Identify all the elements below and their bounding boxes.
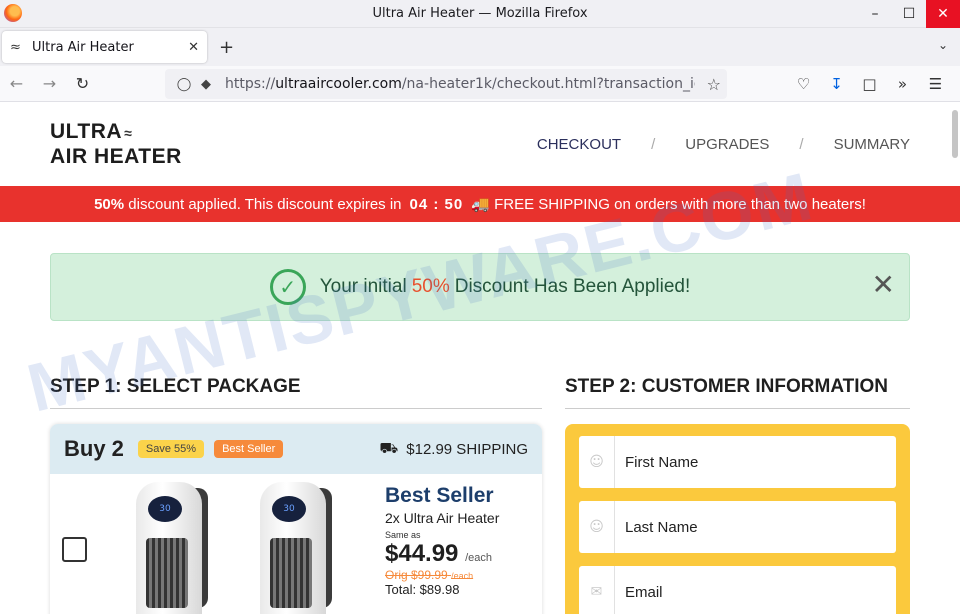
price-unit: /each	[465, 552, 492, 564]
heater-product-image: 30	[256, 482, 336, 614]
menu-hamburger-icon[interactable]: ☰	[919, 75, 952, 93]
package-info: Best Seller 2x Ultra Air Heater Same as …	[385, 484, 499, 597]
tracking-shield-icon[interactable]: ◯	[173, 77, 195, 92]
first-name-placeholder: First Name	[625, 453, 699, 471]
package-product: 2x Ultra Air Heater	[385, 510, 500, 526]
nav-summary[interactable]: SUMMARY	[834, 136, 910, 153]
reload-icon[interactable]: ↻	[66, 74, 99, 93]
logo-line1: ULTRA	[50, 120, 123, 143]
url-path: /na-heater1k/checkout.html?transaction_i…	[401, 76, 695, 92]
url-prefix: https://	[225, 76, 276, 92]
promo-text1: discount applied. This discount expires …	[128, 195, 402, 213]
alert-text-before: Your initial	[319, 276, 407, 297]
nav-separator: /	[799, 136, 804, 153]
last-name-placeholder: Last Name	[625, 518, 698, 536]
save-badge: Save 55%	[137, 440, 205, 458]
pocket-icon[interactable]: ♡	[787, 75, 820, 93]
package-total: Total: $89.98	[385, 582, 460, 597]
alert-text-after: Discount Has Been Applied!	[454, 276, 691, 297]
forward-icon[interactable]: →	[33, 74, 66, 93]
checkout-steps-nav: CHECKOUT / UPGRADES / SUMMARY	[537, 136, 910, 153]
heater-display: 30	[272, 496, 306, 522]
package-checkbox[interactable]	[62, 537, 87, 562]
site-header: ULTRA ≈ AIR HEATER CHECKOUT / UPGRADES / …	[0, 102, 960, 186]
firefox-logo-icon	[4, 4, 22, 22]
step1-heading: STEP 1: SELECT PACKAGE	[50, 376, 542, 409]
nav-checkout[interactable]: CHECKOUT	[537, 136, 621, 153]
customer-info-form: ☺ First Name ☺ Last Name ✉ Email	[565, 424, 910, 614]
url-bar[interactable]: ◯ ◆ https://ultraaircooler.com/na-heater…	[165, 69, 727, 99]
orig-unit: /each	[451, 571, 474, 581]
tab-label: Ultra Air Heater	[32, 39, 134, 55]
navigation-toolbar: ← → ↻ ◯ ◆ https://ultraaircooler.com/na-…	[0, 66, 960, 102]
url-domain: ultraaircooler.com	[275, 76, 402, 92]
original-price: Orig $99.99 /each	[385, 568, 499, 582]
overflow-chevrons-icon[interactable]: »	[886, 75, 919, 93]
package-buy-label: Buy 2	[64, 436, 124, 461]
price-value: $44.99	[385, 540, 459, 567]
promo-banner: 50% discount applied. This discount expi…	[0, 186, 960, 222]
truck-icon: 🚚	[471, 196, 490, 213]
minimize-icon[interactable]: –	[858, 0, 892, 28]
alert-pct: 50%	[411, 276, 450, 297]
first-name-field[interactable]: ☺ First Name	[579, 436, 896, 488]
window-title: Ultra Air Heater — Mozilla Firefox	[372, 6, 588, 21]
new-tab-icon[interactable]: +	[219, 37, 234, 58]
promo-pct: 50%	[94, 195, 125, 213]
checkmark-circle-icon: ✓	[269, 269, 306, 305]
tab-close-icon[interactable]: ✕	[188, 40, 199, 55]
extensions-icon[interactable]: □	[853, 75, 886, 93]
orig-value: Orig $99.99	[385, 568, 448, 582]
package-card-buy2[interactable]: Buy 2 Save 55% Best Seller ⛟ $12.99 SHIPP…	[50, 424, 542, 614]
tab-ultra-air-heater[interactable]: ≈ Ultra Air Heater ✕	[2, 31, 207, 63]
web-page: ULTRA ≈ AIR HEATER CHECKOUT / UPGRADES / …	[0, 102, 960, 614]
back-icon[interactable]: ←	[0, 74, 33, 93]
user-icon: ☺	[579, 436, 615, 488]
shipping-text: $12.99 SHIPPING	[406, 440, 528, 458]
user-icon: ☺	[579, 501, 615, 553]
logo-line2: AIR HEATER	[50, 145, 182, 168]
best-seller-badge: Best Seller	[214, 440, 284, 458]
shipping-truck-icon: ⛟	[379, 439, 399, 457]
nav-separator: /	[651, 136, 656, 153]
heater-display: 30	[148, 496, 182, 522]
step2-heading: STEP 2: CUSTOMER INFORMATION	[565, 376, 910, 409]
lock-icon[interactable]: ◆	[195, 77, 217, 92]
email-field[interactable]: ✉ Email	[579, 566, 896, 614]
unit-price: $44.99 /each	[385, 540, 499, 568]
window-titlebar: Ultra Air Heater — Mozilla Firefox – ☐ ✕	[0, 0, 960, 28]
promo-text2: FREE SHIPPING on orders with more than t…	[494, 195, 866, 213]
tab-strip: ≈ Ultra Air Heater ✕ + ⌄	[0, 28, 960, 66]
waves-icon: ≈	[124, 125, 133, 141]
email-placeholder: Email	[625, 583, 663, 601]
same-as-label: Same as	[385, 530, 421, 540]
bookmark-star-icon[interactable]: ☆	[707, 75, 721, 94]
nav-upgrades[interactable]: UPGRADES	[685, 136, 769, 153]
maximize-icon[interactable]: ☐	[892, 0, 926, 28]
window-controls: – ☐ ✕	[858, 0, 960, 28]
downloads-icon[interactable]: ↧	[820, 75, 853, 93]
toolbar-right: ♡ ↧ □ » ☰	[787, 66, 952, 102]
site-logo[interactable]: ULTRA ≈ AIR HEATER	[50, 120, 182, 169]
close-alert-icon[interactable]: ✕	[872, 268, 895, 301]
close-window-icon[interactable]: ✕	[926, 0, 960, 28]
countdown-timer: 04 : 50	[409, 195, 464, 213]
package-body: 30 30 Best Seller 2x Ultra Air Heater Sa…	[50, 474, 542, 614]
url-text[interactable]: https://ultraaircooler.com/na-heater1k/c…	[225, 76, 695, 92]
discount-alert: ✓ Your initial 50% Discount Has Been App…	[50, 253, 910, 321]
waves-favicon-icon: ≈	[10, 39, 21, 55]
envelope-icon: ✉	[579, 566, 615, 614]
last-name-field[interactable]: ☺ Last Name	[579, 501, 896, 553]
heater-product-image: 30	[132, 482, 212, 614]
shipping-info: ⛟ $12.99 SHIPPING	[379, 440, 528, 459]
package-title: Best Seller	[385, 484, 494, 507]
package-header: Buy 2 Save 55% Best Seller ⛟ $12.99 SHIPP…	[50, 424, 542, 474]
list-all-tabs-chevron-icon[interactable]: ⌄	[938, 38, 948, 52]
